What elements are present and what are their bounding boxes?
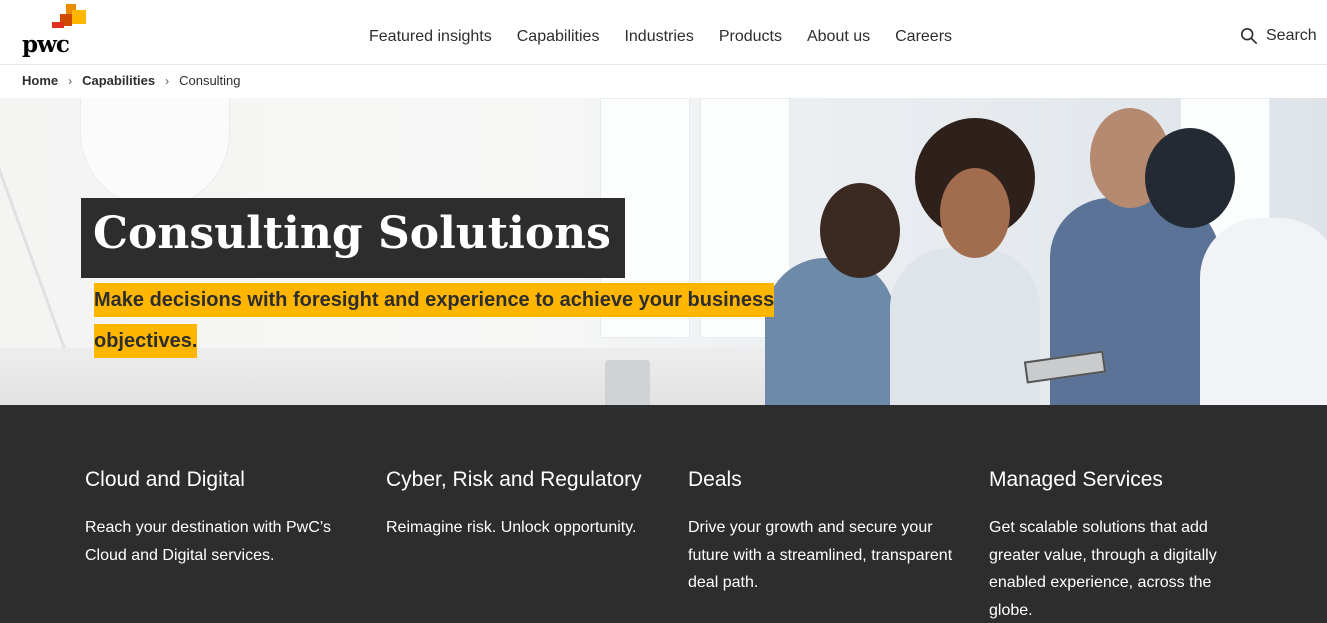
service-card: Deals Drive your growth and secure your …: [688, 468, 958, 597]
service-title-managed-services[interactable]: Managed Services: [989, 468, 1234, 492]
nav-capabilities[interactable]: Capabilities: [517, 28, 600, 46]
nav-featured-insights[interactable]: Featured insights: [369, 28, 492, 46]
breadcrumb-home[interactable]: Home: [22, 73, 58, 88]
service-description: Reach your destination with PwC’s Cloud …: [85, 519, 332, 564]
chevron-right-icon: ›: [165, 73, 170, 88]
service-card: Cyber, Risk and Regulatory Reimagine ris…: [386, 468, 656, 542]
breadcrumb: Home › Capabilities › Consulting: [22, 73, 241, 88]
hero-subtitle-text: Make decisions with foresight and experi…: [94, 283, 775, 358]
hero-subtitle: Make decisions with foresight and experi…: [94, 280, 829, 362]
nav-products[interactable]: Products: [719, 28, 782, 46]
service-card: Cloud and Digital Reach your destination…: [85, 468, 355, 569]
pwc-logo[interactable]: pwc: [20, 4, 90, 58]
service-card: Managed Services Get scalable solutions …: [989, 468, 1234, 623]
site-header: pwc Featured insights Capabilities Indus…: [0, 0, 1327, 65]
team-photo: [760, 98, 1327, 405]
logo-wordmark: pwc: [22, 31, 70, 58]
search-label: Search: [1266, 27, 1317, 44]
nav-about-us[interactable]: About us: [807, 28, 870, 46]
nav-careers[interactable]: Careers: [895, 28, 952, 46]
service-description: Reimagine risk. Unlock opportunity.: [386, 519, 637, 536]
main-nav: Featured insights Capabilities Industrie…: [369, 28, 977, 46]
service-description: Drive your growth and secure your future…: [688, 519, 953, 591]
chevron-right-icon: ›: [68, 73, 73, 88]
service-title-cyber-risk[interactable]: Cyber, Risk and Regulatory: [386, 468, 656, 492]
hero-title: Consulting Solutions: [81, 198, 625, 278]
search-button[interactable]: Search: [1240, 27, 1317, 45]
nav-industries[interactable]: Industries: [624, 28, 693, 46]
service-title-cloud-digital[interactable]: Cloud and Digital: [85, 468, 355, 492]
services-section: Cloud and Digital Reach your destination…: [0, 405, 1327, 623]
search-icon: [1240, 27, 1258, 45]
service-title-deals[interactable]: Deals: [688, 468, 958, 492]
breadcrumb-capabilities[interactable]: Capabilities: [82, 73, 155, 88]
breadcrumb-current: Consulting: [179, 73, 241, 88]
service-description: Get scalable solutions that add greater …: [989, 519, 1217, 619]
hero-banner: Consulting Solutions Make decisions with…: [0, 98, 1327, 405]
